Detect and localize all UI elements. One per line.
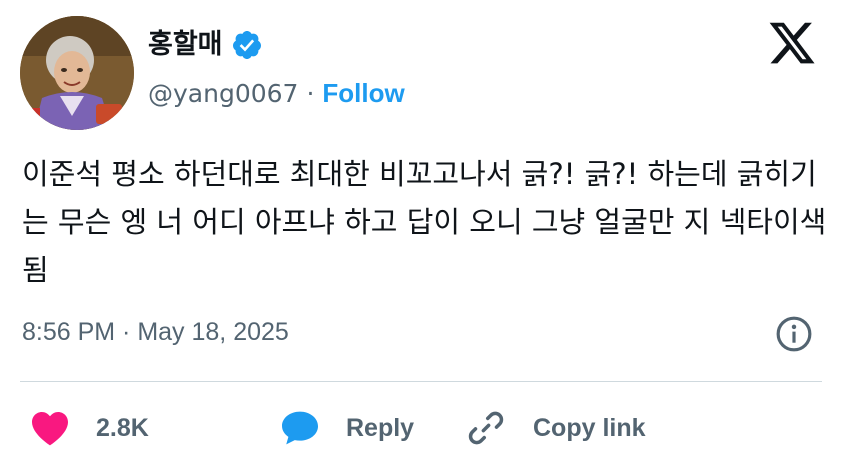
tweet-text: 이준석 평소 하던대로 최대한 비꼬고나서 긁?! 긁?! 하는데 긁히기는 무… xyxy=(22,157,827,287)
author-handle[interactable]: @yang0067 xyxy=(148,79,298,108)
like-button[interactable]: 2.8K xyxy=(30,410,280,446)
follow-button[interactable]: Follow xyxy=(322,78,404,108)
separator-dot: · xyxy=(306,79,315,108)
divider xyxy=(20,381,822,382)
author-display-name[interactable]: 홍할매 xyxy=(148,28,223,62)
avatar-image xyxy=(20,16,134,130)
copy-link-label: Copy link xyxy=(533,413,646,442)
link-icon xyxy=(468,411,504,445)
reply-label: Reply xyxy=(346,413,415,442)
tweet-timestamp[interactable]: 8:56 PM · May 18, 2025 xyxy=(22,315,289,349)
reply-button[interactable]: Reply xyxy=(280,410,465,446)
action-bar: 2.8K Reply Copy link xyxy=(30,405,646,451)
verified-badge-icon xyxy=(231,29,263,61)
avatar[interactable] xyxy=(20,16,134,130)
info-icon[interactable] xyxy=(775,315,813,353)
copy-link-button[interactable]: Copy link xyxy=(465,407,646,449)
heart-icon xyxy=(32,411,68,446)
x-logo-icon[interactable] xyxy=(766,18,818,68)
author-handle-row: @yang0067 · Follow xyxy=(148,77,405,110)
author-display-name-row[interactable]: 홍할매 xyxy=(148,28,263,62)
like-count: 2.8K xyxy=(96,413,149,442)
speech-bubble-icon xyxy=(282,411,318,445)
